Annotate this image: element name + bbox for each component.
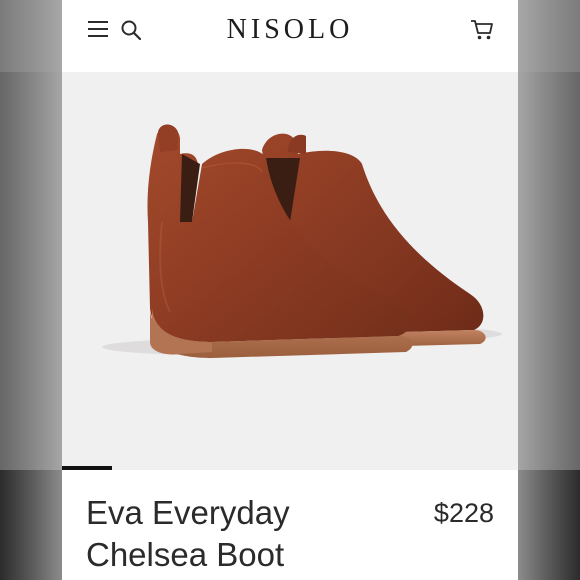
product-title-line-1: Eva Everyday	[86, 494, 290, 531]
backdrop-mid	[0, 72, 62, 470]
product-info: Eva Everyday Chelsea Boot $228	[62, 470, 518, 580]
product-title: Eva Everyday Chelsea Boot	[86, 492, 386, 576]
site-header: NISOLO	[62, 0, 518, 72]
cart-icon[interactable]	[470, 19, 494, 41]
blurred-backdrop-left	[0, 0, 62, 580]
backdrop-top	[518, 0, 580, 72]
backdrop-mid	[518, 72, 580, 470]
chelsea-boot-illustration	[102, 124, 502, 358]
product-image[interactable]	[62, 72, 518, 470]
product-price: $228	[433, 498, 494, 528]
blurred-backdrop-right	[518, 0, 580, 580]
product-title-line-2: Chelsea Boot	[86, 536, 285, 573]
phone-screen: NISOLO Eva Everyday Chelsea Boot $228	[62, 0, 518, 580]
backdrop-top	[0, 0, 62, 72]
brand-logo[interactable]: NISOLO	[62, 14, 518, 46]
